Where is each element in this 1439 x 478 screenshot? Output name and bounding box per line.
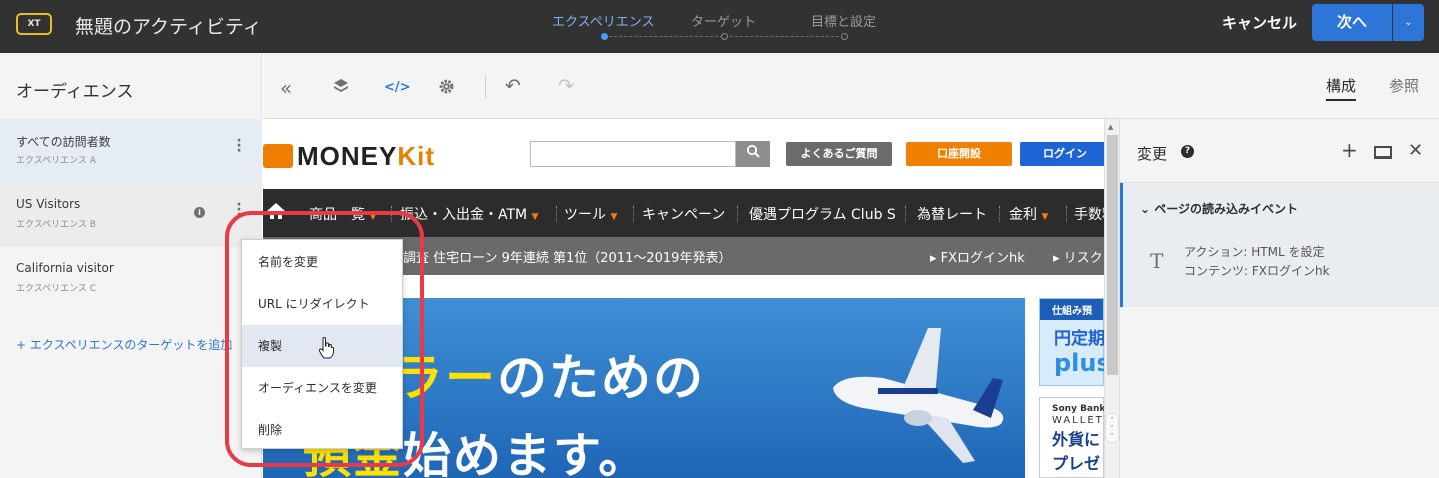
step-dot-target [721, 33, 728, 40]
add-icon[interactable]: + [1341, 138, 1358, 162]
more-options-icon[interactable]: · · · [233, 134, 245, 158]
site-search-input[interactable] [530, 141, 736, 167]
search-icon[interactable] [736, 141, 770, 167]
nav-item-fx-rate[interactable]: 為替レート [917, 204, 987, 224]
scroll-up-icon[interactable]: ▲ [1108, 123, 1113, 131]
add-experience-target-link[interactable]: + エクスペリエンスのターゲットを追加 [16, 336, 232, 353]
nav-divider [391, 206, 392, 222]
experience-name: US Visitors [16, 197, 81, 211]
side-banner-deposit[interactable]: 仕組み預 円定期 plus [1039, 298, 1104, 386]
step-goals[interactable]: 目標と設定 [811, 11, 876, 30]
gear-icon[interactable] [438, 78, 455, 99]
experience-label: エクスペリエンス B [16, 220, 96, 230]
tab-compose[interactable]: 構成 [1326, 75, 1357, 101]
nav-item-fees[interactable]: 手数料 [1074, 204, 1104, 224]
menu-item-rename[interactable]: 名前を変更 [242, 241, 402, 283]
audience-title: オーディエンス [16, 82, 134, 102]
nav-item-campaign[interactable]: キャンペーン [642, 204, 725, 224]
xt-logo: XT [16, 13, 52, 35]
experience-row-b[interactable]: US Visitors エクスペリエンス B i · · · [0, 183, 262, 247]
activity-title[interactable]: 無題のアクティビティ [75, 12, 262, 39]
open-account-button[interactable]: 口座開設 [906, 142, 1012, 166]
nav-item-interest[interactable]: 金利 ▼ [1009, 204, 1048, 224]
text-type-icon: T [1150, 249, 1164, 273]
side-banner-wallet[interactable]: Sony Bank WALLET 外貨に プレゼ [1039, 397, 1104, 478]
menu-item-delete[interactable]: 削除 [242, 409, 402, 451]
experience-name: すべての訪問者数 [16, 135, 111, 149]
hero-headline: ラーのための [393, 349, 705, 407]
login-button[interactable]: ログイン [1020, 142, 1104, 166]
close-icon[interactable]: ✕ [1408, 140, 1423, 161]
experience-row-a[interactable]: すべての訪問者数 エクスペリエンス A · · · [0, 119, 262, 183]
step-dot-goals [841, 33, 848, 40]
collapse-panel-icon[interactable]: « [280, 76, 292, 100]
undo-icon[interactable]: ↶ [505, 75, 521, 97]
menu-item-redirect-url[interactable]: URL にリダイレクト [242, 283, 402, 325]
toolbar-divider [485, 75, 486, 99]
redo-icon[interactable]: ↷ [558, 75, 574, 97]
faq-button[interactable]: よくあるご質問 [786, 142, 892, 166]
device-preview-icon[interactable] [1374, 146, 1392, 159]
chevron-down-icon: ⌄ [1140, 202, 1151, 216]
nav-divider [633, 206, 634, 222]
menu-item-change-audience[interactable]: オーディエンスを変更 [242, 367, 402, 409]
modifications-panel: 変更 ? + ✕ ⌄ ページの読み込みイベント T アクション: HTML を設… [1119, 119, 1439, 478]
nav-item-products[interactable]: 商品一覧 ▼ [309, 204, 376, 224]
nav-divider [905, 206, 906, 222]
resize-handle-icon[interactable]: · · · [1105, 412, 1119, 443]
tab-reference[interactable]: 参照 [1389, 75, 1419, 96]
site-navigation: 商品一覧 ▼ 振込・入出金・ATM ▼ ツール ▼ キャンペーン 優遇プログラム… [263, 189, 1104, 237]
news-headline[interactable]: 調査 住宅ローン 9年連続 第1位（2011〜2019年発表） [403, 247, 731, 266]
help-icon[interactable]: ? [1181, 145, 1194, 158]
code-editor-icon[interactable]: </> [384, 80, 411, 95]
action-label[interactable]: アクション: HTML を設定 [1184, 243, 1324, 260]
nav-divider [737, 206, 738, 222]
experience-row-c[interactable]: California visitor エクスペリエンス C [0, 247, 262, 311]
nav-item-tools[interactable]: ツール ▼ [564, 204, 617, 224]
moneykit-logo-icon [263, 144, 293, 168]
editor-toolbar: « </> ↶ ↷ 構成 参照 [263, 53, 1439, 119]
experience-label: エクスペリエンス C [16, 284, 97, 294]
next-dropdown-button[interactable]: ⌄ [1393, 4, 1424, 41]
nav-divider [999, 206, 1000, 222]
experience-label: エクスペリエンス A [16, 156, 96, 166]
more-options-icon[interactable]: · · · [233, 198, 245, 222]
page-load-event-section[interactable]: ⌄ ページの読み込みイベント T アクション: HTML を設定 コンテンツ: … [1120, 183, 1439, 307]
info-icon[interactable]: i [194, 207, 205, 218]
layers-icon[interactable] [333, 78, 349, 98]
airplane-image [833, 328, 1004, 463]
nav-item-club-s[interactable]: 優遇プログラム Club S [749, 204, 896, 224]
home-icon[interactable] [266, 201, 286, 225]
top-header: XT 無題のアクティビティ エクスペリエンス ターゲット 目標と設定 キャンセル… [0, 0, 1439, 53]
next-button[interactable]: 次へ [1312, 4, 1392, 41]
fx-login-link[interactable]: ▸ FXログインhk [930, 247, 1025, 266]
experience-name: California visitor [16, 261, 114, 275]
hand-cursor-icon [318, 337, 334, 359]
risk-link[interactable]: ▸ リスク [1053, 247, 1103, 266]
step-target[interactable]: ターゲット [691, 11, 756, 30]
content-label[interactable]: コンテンツ: FXログインhk [1184, 262, 1330, 279]
moneykit-logo: MONEYKit [263, 141, 435, 172]
step-dot-experience [601, 33, 608, 40]
modifications-title: 変更 [1137, 145, 1168, 163]
step-experience[interactable]: エクスペリエンス [552, 11, 654, 30]
page-load-event-title[interactable]: ⌄ ページの読み込みイベント [1140, 200, 1298, 217]
nav-divider [1066, 206, 1067, 222]
audience-panel: オーディエンス すべての訪問者数 エクスペリエンス A · · · US Visit… [0, 53, 262, 478]
cancel-button[interactable]: キャンセル [1222, 12, 1297, 33]
scrollbar-thumb[interactable] [1107, 135, 1118, 375]
nav-divider [556, 206, 557, 222]
nav-item-transfer[interactable]: 振込・入出金・ATM ▼ [400, 204, 539, 224]
